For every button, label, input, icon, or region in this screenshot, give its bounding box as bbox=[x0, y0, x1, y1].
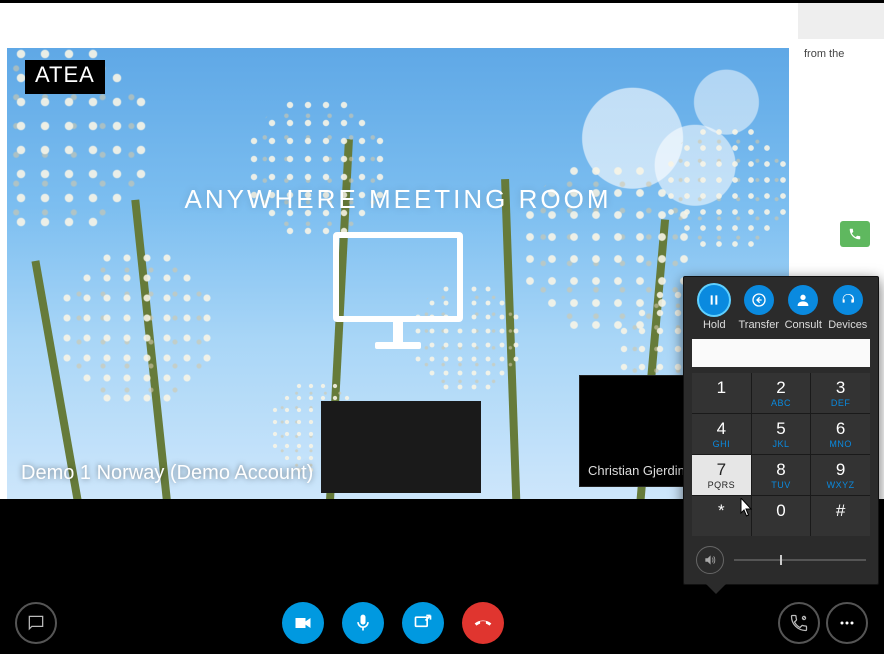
dialpad-key-7[interactable]: 7 PQRS bbox=[692, 455, 751, 495]
dialpad-key-#[interactable]: # bbox=[811, 496, 870, 536]
dialpad-key-letters: MNO bbox=[829, 439, 852, 449]
remote-caller-name: Demo 1 Norway (Demo Account) bbox=[21, 462, 313, 485]
dialpad-key-4[interactable]: 4 GHI bbox=[692, 414, 751, 454]
volume-slider[interactable] bbox=[734, 559, 866, 561]
self-view-thumbnail[interactable] bbox=[321, 401, 481, 493]
volume-thumb[interactable] bbox=[780, 555, 782, 565]
dialpad-key-digit: * bbox=[718, 502, 725, 519]
flower-umbel bbox=[663, 124, 789, 252]
video-icon bbox=[293, 613, 313, 633]
window-top-bar bbox=[0, 0, 884, 3]
dialpad-key-1[interactable]: 1 bbox=[692, 373, 751, 413]
dialpad-toggle-button[interactable] bbox=[778, 602, 820, 644]
dialpad-key-digit: 4 bbox=[717, 420, 726, 437]
chat-call-button[interactable] bbox=[840, 221, 870, 247]
dialpad-key-digit: 1 bbox=[717, 379, 726, 396]
dialpad-key-digit: 0 bbox=[776, 502, 785, 519]
dialpad-input[interactable] bbox=[692, 339, 870, 367]
share-icon bbox=[413, 613, 433, 633]
dialpad-key-digit: 8 bbox=[776, 461, 785, 478]
devices-label: Devices bbox=[828, 319, 867, 331]
brand-logo: ATEA bbox=[25, 60, 105, 94]
hangup-icon bbox=[473, 613, 493, 633]
dialpad-key-6[interactable]: 6 MNO bbox=[811, 414, 870, 454]
consult-button[interactable]: Consult bbox=[781, 285, 826, 331]
dialpad-key-*[interactable]: * bbox=[692, 496, 751, 536]
more-icon bbox=[837, 613, 857, 633]
transfer-button[interactable]: Transfer bbox=[737, 285, 782, 331]
dialpad-key-letters: GHI bbox=[713, 439, 731, 449]
dialpad-key-5[interactable]: 5 JKL bbox=[752, 414, 811, 454]
hold-button[interactable]: Hold bbox=[692, 285, 737, 331]
share-screen-button[interactable] bbox=[402, 602, 444, 644]
mic-icon bbox=[353, 613, 373, 633]
dialpad-key-letters: JKL bbox=[772, 439, 789, 449]
video-toggle-button[interactable] bbox=[282, 602, 324, 644]
dialpad-key-digit: # bbox=[836, 502, 845, 519]
flower-umbel bbox=[57, 248, 217, 408]
dialpad-panel: Hold Transfer Consult Devices 1 2 ABC 3 DEF 4… bbox=[683, 276, 879, 585]
headset-icon bbox=[840, 292, 856, 308]
dialpad-key-digit: 7 bbox=[717, 461, 726, 478]
dialpad-key-letters: DEF bbox=[831, 398, 851, 408]
pause-icon bbox=[706, 292, 722, 308]
chat-header bbox=[798, 3, 884, 39]
devices-button[interactable]: Devices bbox=[826, 285, 871, 331]
dialpad-key-2[interactable]: 2 ABC bbox=[752, 373, 811, 413]
more-options-button[interactable] bbox=[826, 602, 868, 644]
dialpad-key-digit: 3 bbox=[836, 379, 845, 396]
dialpad-key-digit: 6 bbox=[836, 420, 845, 437]
flower-umbel bbox=[245, 96, 389, 240]
dialpad-phone-icon bbox=[789, 613, 809, 633]
chat-icon bbox=[26, 613, 46, 633]
dialpad-key-letters: TUV bbox=[771, 480, 791, 490]
chat-message-fragment: from the bbox=[798, 39, 884, 61]
dialpad-key-8[interactable]: 8 TUV bbox=[752, 455, 811, 495]
hangup-button[interactable] bbox=[462, 602, 504, 644]
dialpad-key-letters: WXYZ bbox=[827, 480, 855, 490]
person-icon bbox=[795, 292, 811, 308]
transfer-label: Transfer bbox=[738, 319, 779, 331]
transfer-icon bbox=[751, 292, 767, 308]
dialpad-key-0[interactable]: 0 bbox=[752, 496, 811, 536]
remote-video: ATEA ANYWHERE MEETING ROOM Christian Gje… bbox=[7, 48, 789, 499]
dialpad-key-digit: 5 bbox=[776, 420, 785, 437]
monitor-graphic bbox=[328, 232, 468, 362]
meeting-title: ANYWHERE MEETING ROOM bbox=[184, 184, 611, 215]
dialpad-grid: 1 2 ABC 3 DEF 4 GHI 5 JKL 6 MNO 7 PQRS 8 TUV 9 WXYZ * 0 # bbox=[692, 373, 870, 536]
dialpad-key-9[interactable]: 9 WXYZ bbox=[811, 455, 870, 495]
hold-label: Hold bbox=[703, 319, 726, 331]
phone-icon bbox=[848, 227, 862, 241]
dialpad-key-letters: ABC bbox=[771, 398, 791, 408]
speaker-button[interactable] bbox=[696, 546, 724, 574]
dialpad-key-digit: 2 bbox=[776, 379, 785, 396]
dialpad-key-digit: 9 bbox=[836, 461, 845, 478]
dialpad-key-3[interactable]: 3 DEF bbox=[811, 373, 870, 413]
consult-label: Consult bbox=[785, 319, 822, 331]
speaker-icon bbox=[703, 553, 717, 567]
chat-button[interactable] bbox=[15, 602, 57, 644]
mute-button[interactable] bbox=[342, 602, 384, 644]
participant-name: Christian Gjerding bbox=[588, 463, 692, 478]
dialpad-key-letters: PQRS bbox=[708, 480, 736, 490]
